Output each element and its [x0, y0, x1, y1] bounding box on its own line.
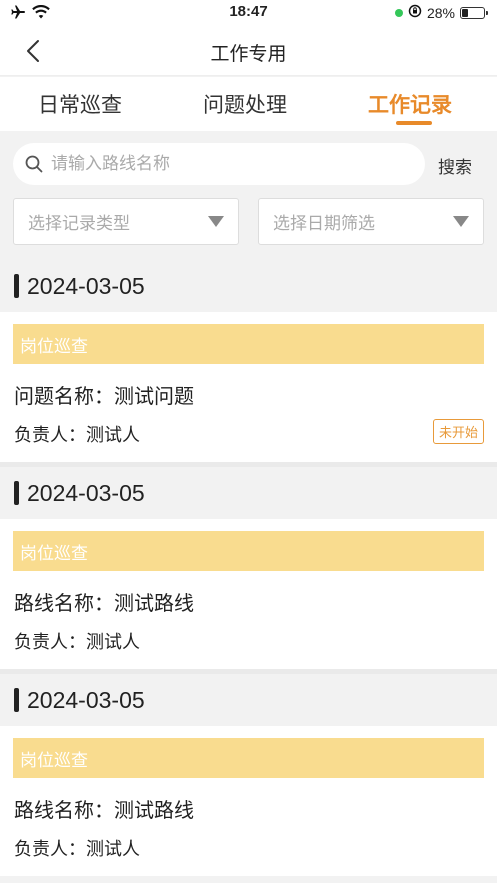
record-date: 2024-03-05 — [27, 272, 145, 299]
record-category: 岗位巡查 — [13, 738, 484, 778]
search-button[interactable]: 搜索 — [438, 153, 472, 178]
date-filter-select[interactable]: 选择日期筛选 — [258, 198, 484, 245]
privacy-dot-icon — [394, 8, 403, 17]
record-category: 岗位巡查 — [13, 324, 484, 364]
date-marker — [14, 274, 19, 298]
record-group: 2024-03-05 岗位巡查 问题名称：测试问题 负责人：测试人 未开始 — [0, 260, 497, 470]
record-group: 2024-03-05 岗位巡查 路线名称：测试路线 负责人：测试人 — [0, 467, 497, 677]
tab-issue-handling[interactable]: 问题处理 — [203, 89, 287, 119]
record-owner: 负责人：测试人 — [14, 425, 140, 446]
record-category: 岗位巡查 — [13, 531, 484, 571]
tab-daily-inspection[interactable]: 日常巡查 — [38, 89, 122, 119]
date-filter-placeholder: 选择日期筛选 — [273, 214, 375, 234]
search-area: 搜索 选择记录类型 选择日期筛选 — [0, 131, 497, 259]
date-marker — [14, 481, 19, 505]
tab-work-records[interactable]: 工作记录 — [368, 89, 452, 119]
date-header: 2024-03-05 — [0, 260, 497, 312]
record-card[interactable]: 岗位巡查 路线名称：测试路线 负责人：测试人 — [0, 726, 497, 876]
record-card[interactable]: 岗位巡查 问题名称：测试问题 负责人：测试人 未开始 — [0, 312, 497, 462]
record-title: 路线名称：测试路线 — [14, 798, 194, 822]
nav-bar: 工作专用 — [0, 26, 497, 76]
status-right: 28% — [394, 4, 488, 21]
date-header: 2024-03-05 — [0, 467, 497, 519]
page-title: 工作专用 — [210, 43, 287, 65]
dropdown-arrow-icon — [453, 216, 469, 227]
date-header: 2024-03-05 — [0, 674, 497, 726]
status-bar: 18:47 28% — [0, 0, 497, 26]
dropdown-arrow-icon — [208, 216, 224, 227]
record-type-placeholder: 选择记录类型 — [28, 214, 130, 234]
record-owner: 负责人：测试人 — [14, 839, 140, 860]
battery-percent: 28% — [426, 4, 455, 21]
record-type-select[interactable]: 选择记录类型 — [13, 198, 239, 245]
record-card[interactable]: 岗位巡查 路线名称：测试路线 负责人：测试人 — [0, 519, 497, 669]
record-title: 路线名称：测试路线 — [14, 591, 194, 615]
record-group: 2024-03-05 岗位巡查 路线名称：测试路线 负责人：测试人 — [0, 674, 497, 876]
battery-icon — [460, 6, 488, 19]
tab-bar: 日常巡查 问题处理 工作记录 — [0, 77, 497, 131]
record-date: 2024-03-05 — [27, 686, 145, 713]
date-marker — [14, 688, 19, 712]
record-date: 2024-03-05 — [27, 479, 145, 506]
search-input[interactable] — [51, 154, 391, 174]
active-tab-indicator — [396, 121, 432, 125]
status-badge: 未开始 — [432, 419, 484, 444]
record-owner: 负责人：测试人 — [14, 632, 140, 653]
orientation-lock-icon — [408, 4, 422, 21]
search-box — [13, 143, 425, 185]
record-title: 问题名称：测试问题 — [14, 384, 194, 408]
search-icon — [25, 155, 43, 173]
